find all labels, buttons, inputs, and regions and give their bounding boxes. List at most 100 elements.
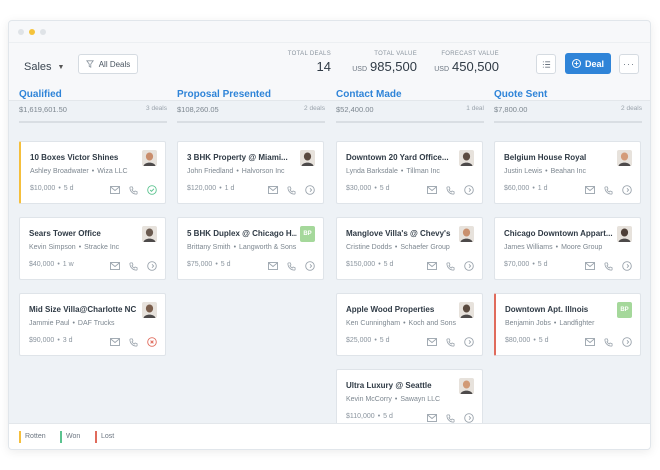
email-icon[interactable] <box>427 414 437 422</box>
phone-icon[interactable] <box>604 337 613 347</box>
person-avatar-icon <box>459 378 474 394</box>
legend-won-swatch <box>60 431 62 443</box>
activity-pending-icon[interactable] <box>464 261 474 271</box>
deal-title[interactable]: Chicago Downtown Appart... <box>504 229 614 238</box>
phone-icon[interactable] <box>129 337 138 347</box>
separator-dot: • <box>233 244 237 251</box>
activity-pending-icon[interactable] <box>464 413 474 423</box>
email-icon[interactable] <box>585 338 595 346</box>
deal-card[interactable]: Downtown Apt. Illnois BP Benjamin Jobs • Lan… <box>494 293 641 356</box>
deal-card[interactable]: Belgium House Royal Justin Lewis • Beahan I… <box>494 141 641 204</box>
deal-contact: John Friedland • Halvorson Inc <box>187 168 285 175</box>
deal-contact: Brittany Smith • Langworth & Sons <box>187 244 296 251</box>
activity-pending-icon[interactable] <box>464 185 474 195</box>
email-icon[interactable] <box>110 338 120 346</box>
deal-title[interactable]: Ultra Luxury @ Seattle <box>346 381 456 390</box>
deal-title[interactable]: Belgium House Royal <box>504 153 614 162</box>
deal-avatar <box>300 150 315 166</box>
window-dot-maximize[interactable] <box>40 29 46 35</box>
phone-icon[interactable] <box>446 185 455 195</box>
deal-card[interactable]: 5 BHK Duplex @ Chicago H... BP Brittany Sm… <box>177 217 324 280</box>
window-dot-close[interactable] <box>18 29 24 35</box>
deal-age: 5 d <box>379 337 390 344</box>
phone-icon[interactable] <box>446 413 455 423</box>
deal-title[interactable]: Downtown Apt. Illnois <box>505 305 615 314</box>
phone-icon[interactable] <box>287 185 296 195</box>
email-icon[interactable] <box>110 186 120 194</box>
deal-card[interactable]: Manglove Villa's @ Chevy's Cristine Dodds… <box>336 217 483 280</box>
email-icon[interactable] <box>110 262 120 270</box>
deal-card[interactable]: Chicago Downtown Appart... James Williams… <box>494 217 641 280</box>
deal-card[interactable]: 10 Boxes Victor Shines Ashley Broadwater •… <box>19 141 166 204</box>
add-deal-label: Deal <box>584 58 604 69</box>
deal-organization: DAF Trucks <box>77 320 115 327</box>
deal-card[interactable]: Apple Wood Properties Ken Cunningham • Koch… <box>336 293 483 356</box>
activity-done-icon[interactable] <box>147 185 157 195</box>
deal-title[interactable]: Apple Wood Properties <box>346 305 456 314</box>
stat-total-deals: TOTAL DEALS 14 <box>279 51 331 74</box>
person-avatar-icon <box>459 226 474 242</box>
phone-icon[interactable] <box>446 337 455 347</box>
deal-organization: Stracke Inc <box>84 244 120 251</box>
email-icon[interactable] <box>427 186 437 194</box>
pipeline-selector[interactable]: Sales ▼ <box>24 61 64 73</box>
deal-title[interactable]: 5 BHK Duplex @ Chicago H... <box>187 229 297 238</box>
activity-pending-icon[interactable] <box>622 337 632 347</box>
deal-actions <box>585 261 632 271</box>
phone-icon[interactable] <box>129 261 138 271</box>
activity-pending-icon[interactable] <box>305 261 315 271</box>
deal-age: 3 d <box>62 337 73 344</box>
deal-contact: Lynda Barksdale • Tillman Inc <box>346 168 440 175</box>
deal-title[interactable]: Mid Size Villa@Charlotte NC <box>29 305 139 314</box>
list-icon <box>542 60 550 68</box>
stage-title[interactable]: Qualified <box>19 89 167 100</box>
deal-title[interactable]: Sears Tower Office <box>29 229 139 238</box>
activity-pending-icon[interactable] <box>622 185 632 195</box>
window-dot-minimize[interactable] <box>29 29 35 35</box>
activity-pending-icon[interactable] <box>305 185 315 195</box>
stage-title[interactable]: Quote Sent <box>494 89 642 100</box>
activity-pending-icon[interactable] <box>147 261 157 271</box>
phone-icon[interactable] <box>446 261 455 271</box>
stat-number: 985,500 <box>370 59 417 74</box>
stage-divider <box>19 121 167 123</box>
phone-icon[interactable] <box>129 185 138 195</box>
deal-avatar <box>617 226 632 242</box>
activity-pending-icon[interactable] <box>464 337 474 347</box>
deal-actions <box>110 337 157 347</box>
deal-person: Benjamin Jobs <box>505 320 551 327</box>
phone-icon[interactable] <box>604 185 613 195</box>
deal-card[interactable]: 3 BHK Property @ Miami... John Friedland •… <box>177 141 324 204</box>
stage-title[interactable]: Contact Made <box>336 89 484 100</box>
phone-icon[interactable] <box>604 261 613 271</box>
stage-summary: $52,400.00 1 deal <box>336 105 484 117</box>
list-view-button[interactable] <box>536 54 556 74</box>
stage-title[interactable]: Proposal Presented <box>177 89 325 100</box>
deal-actions <box>268 261 315 271</box>
more-options-button[interactable]: ··· <box>619 54 639 74</box>
deal-actions <box>110 261 157 271</box>
email-icon[interactable] <box>585 262 595 270</box>
stage-column-header: Quote Sent $7,800.00 2 deals <box>494 89 642 123</box>
deal-organization: Moore Group <box>561 244 603 251</box>
email-icon[interactable] <box>427 262 437 270</box>
phone-icon[interactable] <box>287 261 296 271</box>
deal-card[interactable]: Mid Size Villa@Charlotte NC Jammie Paul • D… <box>19 293 166 356</box>
email-icon[interactable] <box>268 186 278 194</box>
deal-title[interactable]: Manglove Villa's @ Chevy's <box>346 229 456 238</box>
deal-organization: Wiza LLC <box>97 168 128 175</box>
add-deal-button[interactable]: + Deal <box>565 53 611 74</box>
deal-title[interactable]: 3 BHK Property @ Miami... <box>187 153 297 162</box>
stage-summary: $1,619,601.50 3 deals <box>19 105 167 117</box>
email-icon[interactable] <box>268 262 278 270</box>
activity-pending-icon[interactable] <box>622 261 632 271</box>
deal-title[interactable]: 10 Boxes Victor Shines <box>30 153 140 162</box>
activity-overdue-icon[interactable] <box>147 337 157 347</box>
deal-title[interactable]: Downtown 20 Yard Office... <box>346 153 456 162</box>
email-icon[interactable] <box>585 186 595 194</box>
separator-dot: • <box>219 185 222 192</box>
deal-card[interactable]: Downtown 20 Yard Office... Lynda Barksdal… <box>336 141 483 204</box>
filter-button[interactable]: All Deals <box>78 54 138 74</box>
email-icon[interactable] <box>427 338 437 346</box>
deal-card[interactable]: Sears Tower Office Kevin Simpson • Stracke … <box>19 217 166 280</box>
